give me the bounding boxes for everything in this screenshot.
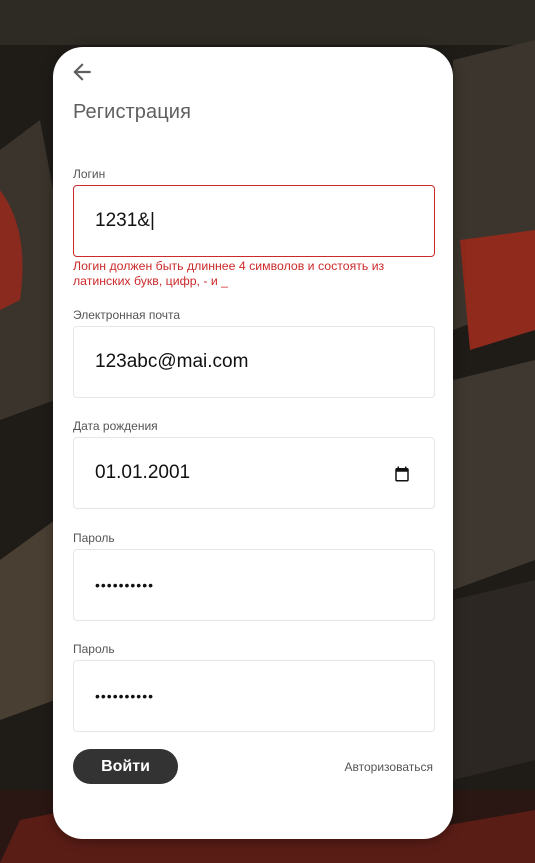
email-label: Электронная почта xyxy=(73,308,181,322)
birthdate-field: Дата рождения xyxy=(73,419,435,509)
email-input[interactable] xyxy=(95,327,395,397)
registration-card: Регистрация Логин Логин должен быть длин… xyxy=(53,47,453,839)
login-link[interactable]: Авторизоваться xyxy=(345,760,433,774)
submit-button[interactable]: Войти xyxy=(73,749,178,784)
password-input-box xyxy=(73,549,435,621)
password-confirm-input[interactable] xyxy=(95,661,395,731)
page-title: Регистрация xyxy=(73,101,192,123)
back-arrow-icon[interactable] xyxy=(69,59,95,85)
password-field: Пароль xyxy=(73,531,435,621)
login-error-message: Логин должен быть длиннее 4 символов и с… xyxy=(73,259,385,288)
email-field: Электронная почта xyxy=(73,308,435,398)
password-input[interactable] xyxy=(95,550,395,620)
login-field: Логин Логин должен быть длиннее 4 символ… xyxy=(73,167,435,289)
login-input-box xyxy=(73,185,435,257)
password-label: Пароль xyxy=(73,531,115,545)
calendar-icon[interactable] xyxy=(393,465,411,483)
birthdate-label: Дата рождения xyxy=(73,419,158,433)
birthdate-input[interactable] xyxy=(95,438,395,508)
password-confirm-input-box xyxy=(73,660,435,732)
birthdate-input-box xyxy=(73,437,435,509)
login-input[interactable] xyxy=(95,186,395,256)
password-confirm-label: Пароль xyxy=(73,642,115,656)
login-label: Логин xyxy=(73,167,106,181)
password-confirm-field: Пароль xyxy=(73,642,435,732)
email-input-box xyxy=(73,326,435,398)
